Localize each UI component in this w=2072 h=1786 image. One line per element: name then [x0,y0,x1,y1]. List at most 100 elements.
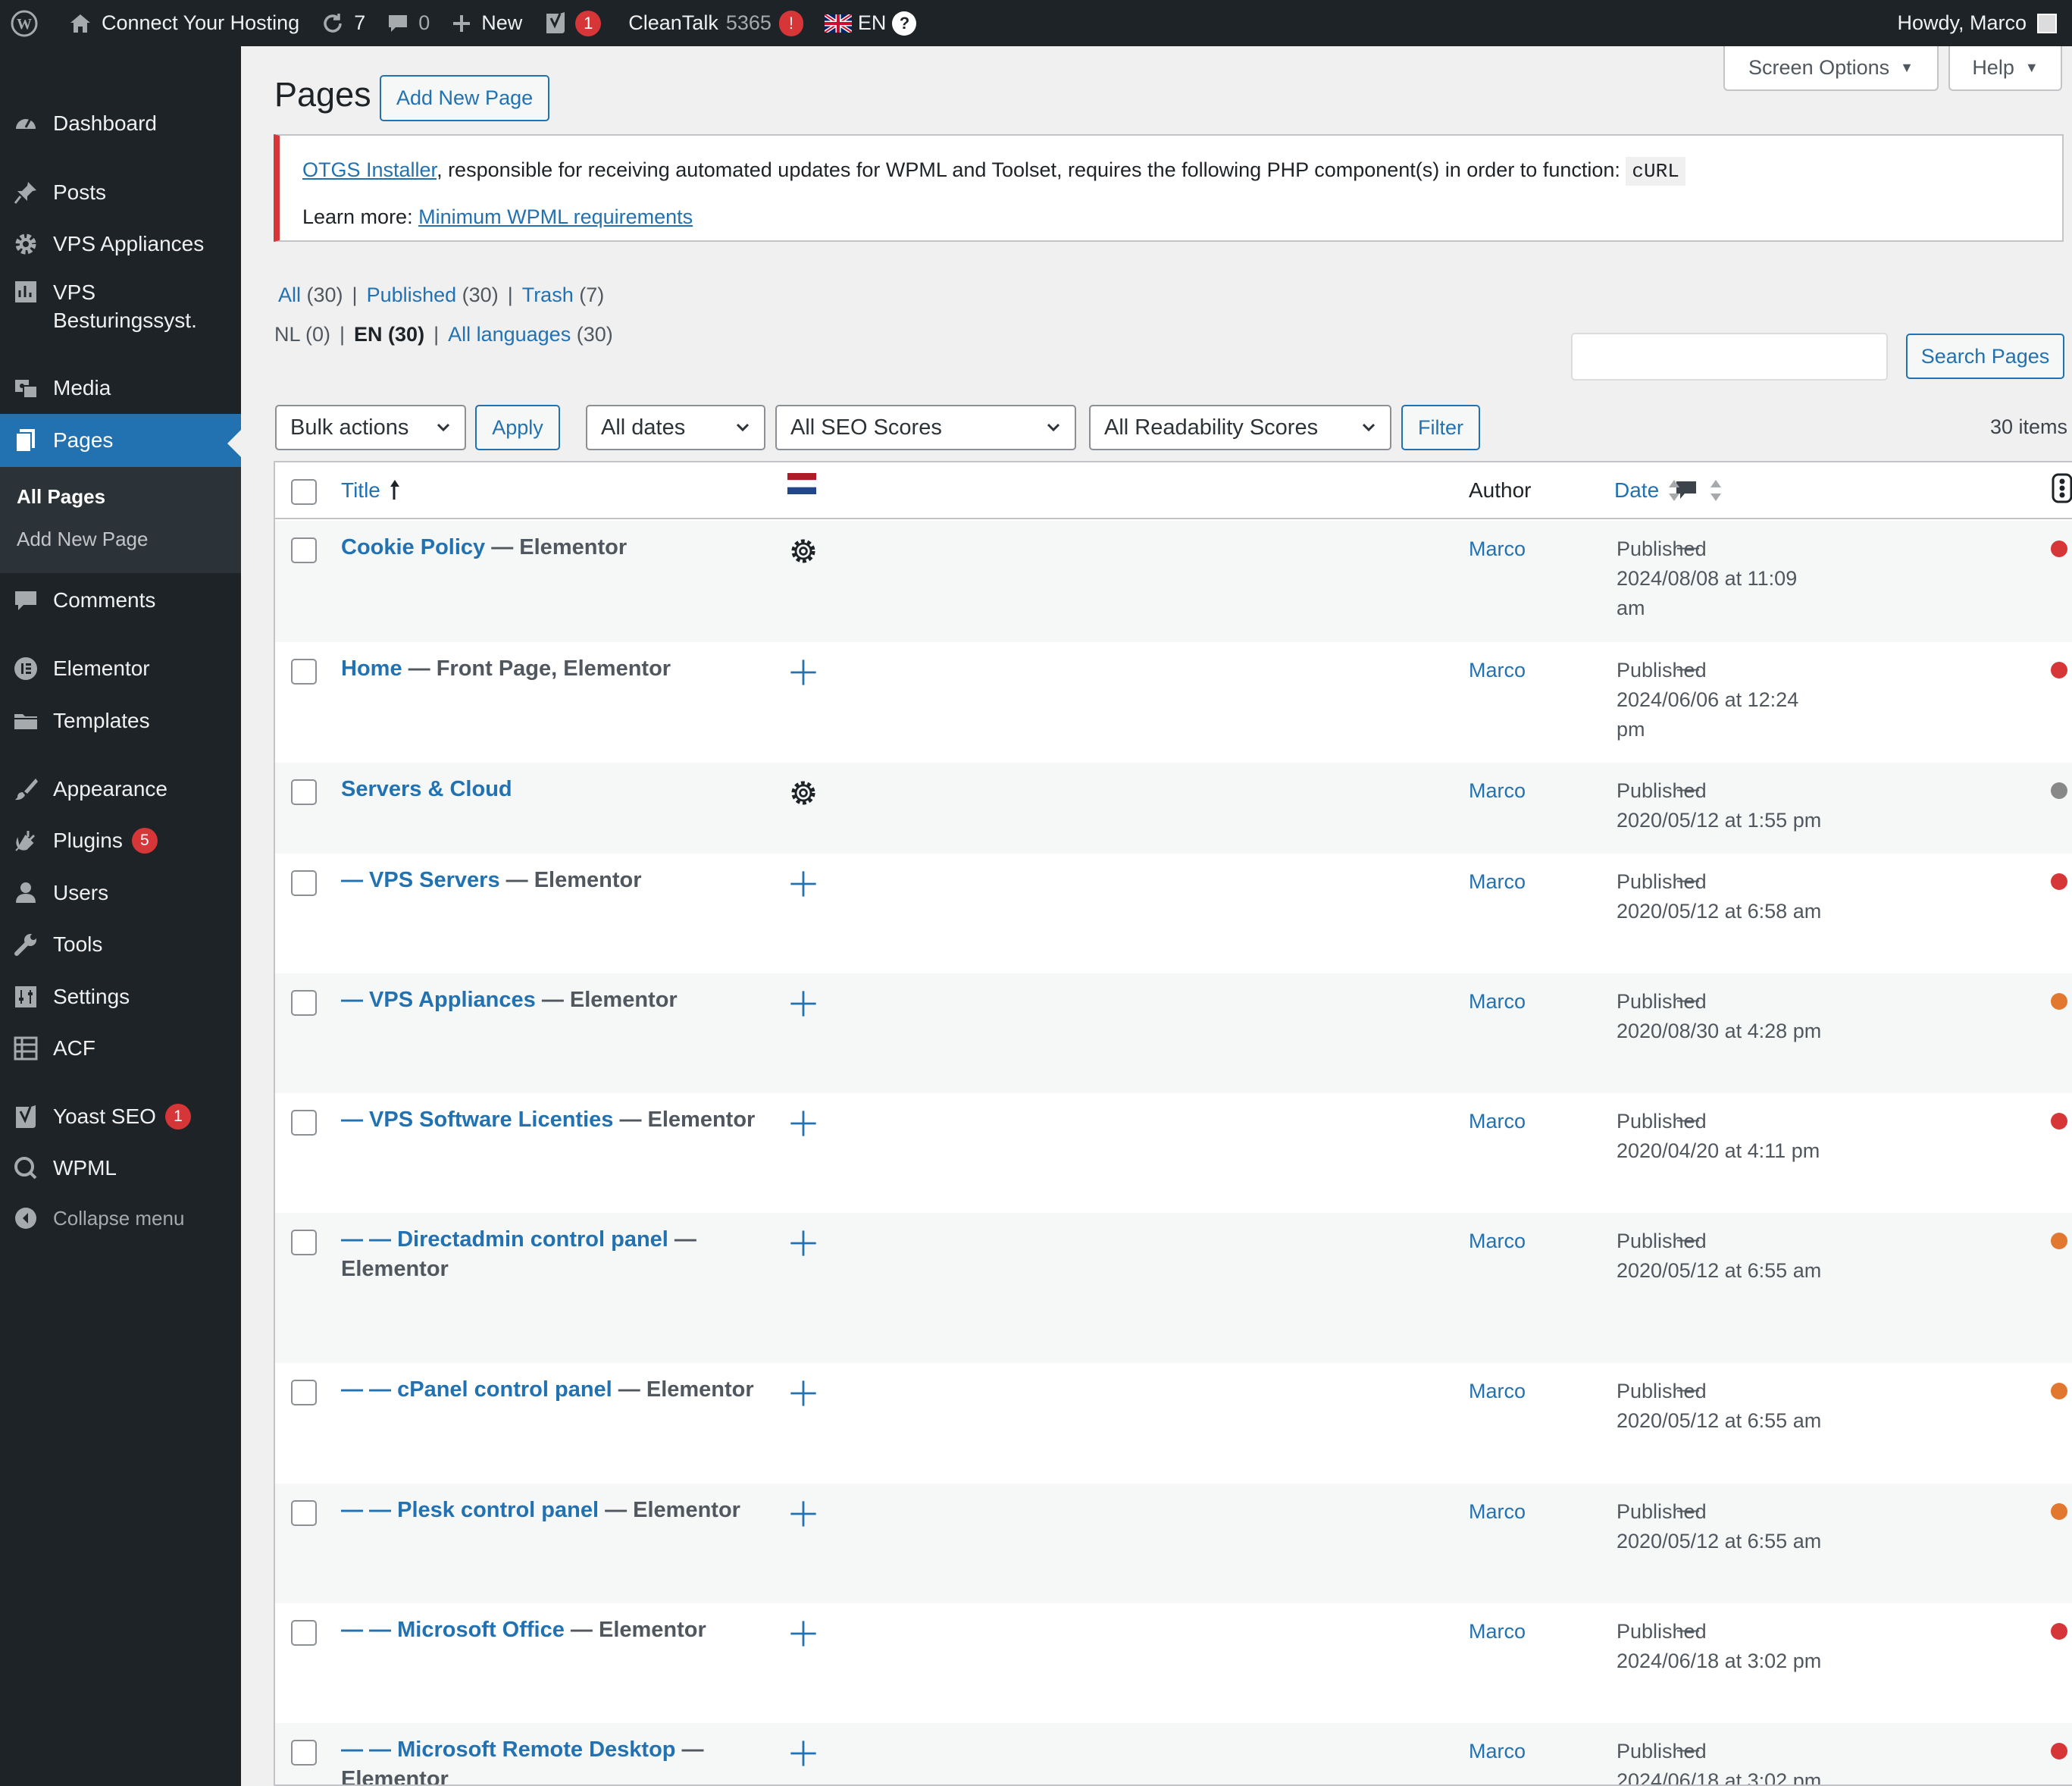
menu-yoast-seo[interactable]: Yoast SEO 1 [0,1096,241,1137]
add-translation-plus-icon[interactable] [788,1378,818,1408]
menu-templates[interactable]: Templates [0,700,241,741]
page-title-link[interactable]: — VPS Appliances [341,988,536,1012]
view-published[interactable]: Published [367,284,457,306]
add-translation-plus-icon[interactable] [788,989,818,1019]
view-all[interactable]: All [278,284,301,306]
menu-posts[interactable]: Posts [0,172,241,213]
comments-link[interactable]: 0 [376,0,440,46]
add-translation-plus-icon[interactable] [788,1738,818,1769]
dates-filter-select[interactable]: All dates [586,405,765,450]
collapse-menu-button[interactable]: Collapse menu [0,1198,241,1239]
menu-vps-besturingssyst[interactable]: VPS Besturingssyst. [0,274,241,346]
menu-wpml[interactable]: WPML [0,1148,241,1189]
author-link[interactable]: Marco [1469,656,1526,685]
site-name-link[interactable]: Connect Your Hosting [58,0,310,46]
column-title[interactable]: Title [341,478,402,503]
screen-options-button[interactable]: Screen Options ▼ [1723,46,1939,91]
author-link[interactable]: Marco [1469,987,1526,1017]
author-link[interactable]: Marco [1469,1377,1526,1406]
row-checkbox[interactable] [291,1380,317,1405]
row-title-cell: — VPS Appliances — Elementor [341,985,765,1015]
row-checkbox[interactable] [291,1110,317,1136]
row-checkbox[interactable] [291,990,317,1016]
filter-button[interactable]: Filter [1401,405,1480,450]
menu-vps-appliances[interactable]: VPS Appliances [0,224,241,265]
author-link[interactable]: Marco [1469,1107,1526,1136]
author-link[interactable]: Marco [1469,534,1526,564]
otgs-installer-link[interactable]: OTGS Installer [302,158,437,181]
page-title-link[interactable]: Cookie Policy [341,535,485,559]
menu-appearance[interactable]: Appearance [0,769,241,810]
submenu-add-new-page[interactable]: Add New Page [17,528,148,551]
menu-elementor[interactable]: Elementor [0,648,241,689]
lang-nl[interactable]: NL (0) [274,323,330,346]
cleantalk-link[interactable]: CleanTalk 5365 ! [612,0,814,46]
page-title-link[interactable]: Home [341,656,402,681]
add-translation-plus-icon[interactable] [788,1499,818,1529]
menu-settings[interactable]: Settings [0,976,241,1017]
page-title-link[interactable]: — VPS Servers [341,868,500,892]
add-translation-plus-icon[interactable] [788,1618,818,1649]
readability-scores-select[interactable]: All Readability Scores [1089,405,1391,450]
page-title-link[interactable]: — — Microsoft Office [341,1618,565,1642]
page-title-link[interactable]: — — Plesk control panel [341,1498,599,1522]
new-content-link[interactable]: New [440,0,533,46]
search-pages-button[interactable]: Search Pages [1906,334,2064,379]
edit-translation-gear-icon[interactable] [788,536,818,566]
author-link[interactable]: Marco [1469,1497,1526,1527]
page-title-link[interactable]: — — cPanel control panel [341,1377,612,1402]
dashboard-icon [12,110,39,137]
add-translation-plus-icon[interactable] [788,869,818,899]
language-switcher[interactable]: EN ? [814,0,928,46]
menu-users[interactable]: Users [0,873,241,913]
row-checkbox[interactable] [291,870,317,896]
submenu-all-pages[interactable]: All Pages [17,485,105,509]
uk-flag-icon [824,14,852,33]
row-checkbox[interactable] [291,779,317,805]
menu-tools[interactable]: Tools [0,924,241,965]
collapse-arrow-icon [12,1205,39,1232]
column-date[interactable]: Date [1614,478,1682,503]
menu-pages[interactable]: Pages [0,414,241,467]
page-title-link[interactable]: — — Directadmin control panel [341,1227,668,1252]
row-checkbox[interactable] [291,1740,317,1766]
row-checkbox[interactable] [291,1620,317,1646]
author-link[interactable]: Marco [1469,1227,1526,1256]
menu-acf[interactable]: ACF [0,1028,241,1069]
seo-scores-select[interactable]: All SEO Scores [775,405,1076,450]
select-all-checkbox[interactable] [291,479,317,505]
wpml-requirements-link[interactable]: Minimum WPML requirements [418,205,693,228]
updates-link[interactable]: 7 [310,0,376,46]
my-account-link[interactable]: Howdy, Marco [1886,0,2072,46]
row-checkbox[interactable] [291,537,317,563]
column-comments[interactable] [1675,478,1723,503]
add-translation-plus-icon[interactable] [788,1228,818,1258]
page-title-link[interactable]: — VPS Software Licenties [341,1108,613,1132]
author-link[interactable]: Marco [1469,867,1526,897]
yoast-link[interactable]: 1 [533,0,612,46]
apply-button[interactable]: Apply [475,405,560,450]
author-link[interactable]: Marco [1469,1737,1526,1766]
search-pages-input[interactable] [1571,333,1888,381]
column-seo-score[interactable] [2051,473,2072,503]
add-new-page-button[interactable]: Add New Page [380,75,550,121]
row-checkbox[interactable] [291,1500,317,1526]
menu-dashboard[interactable]: Dashboard [0,103,241,144]
lang-all[interactable]: All languages [448,323,571,346]
bulk-actions-select[interactable]: Bulk actions [275,405,466,450]
menu-comments[interactable]: Comments [0,580,241,621]
row-checkbox[interactable] [291,1230,317,1255]
add-translation-plus-icon[interactable] [788,1108,818,1139]
edit-translation-gear-icon[interactable] [788,778,818,808]
wordpress-logo[interactable]: W [0,0,58,46]
page-title-link[interactable]: Servers & Cloud [341,777,512,801]
page-title-link[interactable]: — — Microsoft Remote Desktop [341,1737,676,1762]
author-link[interactable]: Marco [1469,776,1526,806]
menu-plugins[interactable]: Plugins 5 [0,820,241,861]
row-checkbox[interactable] [291,659,317,685]
help-button[interactable]: Help ▼ [1948,46,2062,91]
author-link[interactable]: Marco [1469,1617,1526,1647]
menu-media[interactable]: Media [0,368,241,409]
add-translation-plus-icon[interactable] [788,657,818,688]
view-trash[interactable]: Trash [522,284,574,306]
